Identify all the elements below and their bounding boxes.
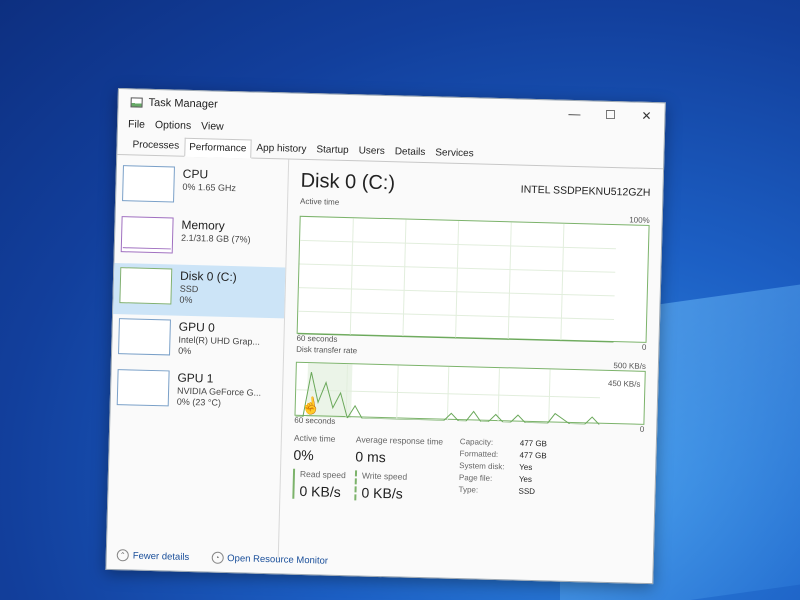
stat-read-speed-label: Read speed [299, 468, 346, 481]
sidebar-item-name: GPU 1 [177, 370, 214, 386]
tab-startup[interactable]: Startup [311, 140, 354, 160]
hand-cursor-icon: ☝ [299, 396, 322, 417]
close-button[interactable]: ✕ [628, 108, 664, 123]
gpu0-thumbnail-graph [118, 318, 171, 356]
sidebar-item-usage: 0% [178, 345, 192, 357]
fewer-details-label: Fewer details [132, 550, 190, 563]
stat-write-speed-label: Write speed [361, 470, 408, 482]
prop-value: Yes [518, 474, 533, 484]
sidebar-item-gpu0[interactable]: GPU 0 Intel(R) UHD Grap... 0% [112, 314, 284, 369]
stat-read-speed-value: 0 KB/s [299, 482, 341, 500]
prop-key: Page file: [458, 473, 493, 483]
sidebar-item-usage: 0% [179, 294, 193, 306]
menu-view[interactable]: View [201, 120, 224, 133]
active-time-graph [296, 215, 650, 343]
prop-key: Capacity: [459, 437, 494, 447]
sidebar-item-name: CPU [182, 166, 209, 182]
fewer-details-link[interactable]: ⌃ Fewer details [116, 549, 190, 563]
memory-thumbnail-graph [120, 216, 174, 254]
maximize-button[interactable]: ☐ [592, 107, 628, 122]
tab-performance[interactable]: Performance [183, 137, 252, 159]
sidebar-item-usage: 0% (23 °C) [176, 396, 222, 408]
window-title: Task Manager [148, 96, 218, 111]
stat-active-time-label: Active time [293, 432, 336, 444]
stat-write-speed-value: 0 KB/s [361, 484, 403, 502]
prop-key: System disk: [459, 461, 505, 472]
tab-app-history[interactable]: App history [251, 139, 312, 160]
active-time-graph-label: Active time [299, 196, 340, 207]
sidebar-item-name: Disk 0 (C:) [179, 268, 237, 285]
chevron-up-icon: ⌃ [116, 549, 129, 562]
transfer-rate-plot [295, 363, 601, 425]
prop-key: Formatted: [459, 449, 499, 460]
resource-sidebar: CPU 0% 1.65 GHz Memory 2.1/31.8 GB (7%) … [106, 155, 290, 560]
disk-title: Disk 0 (C:) [300, 169, 396, 195]
menu-options[interactable]: Options [155, 119, 191, 132]
sidebar-item-detail: SSD [179, 283, 199, 295]
gpu1-thumbnail-graph [116, 369, 170, 407]
performance-content: CPU 0% 1.65 GHz Memory 2.1/31.8 GB (7%) … [106, 155, 663, 570]
window-controls: — ☐ ✕ [556, 106, 664, 123]
sidebar-item-cpu[interactable]: CPU 0% 1.65 GHz [116, 161, 288, 216]
resource-monitor-icon: ◔ [211, 551, 224, 564]
task-manager-window: Task Manager — ☐ ✕ File Options View Pro… [105, 88, 666, 585]
minimize-button[interactable]: — [556, 106, 592, 121]
transfer-graph-min: 0 [639, 424, 645, 434]
sidebar-item-name: GPU 0 [178, 319, 215, 335]
disk-detail-panel: Disk 0 (C:) INTEL SSDPEKNU512GZH Active … [279, 160, 663, 570]
prop-value: 477 GB [519, 450, 547, 461]
sidebar-item-disk0[interactable]: Disk 0 (C:) SSD 0% [113, 262, 286, 319]
open-resource-monitor-label: Open Resource Monitor [227, 552, 329, 567]
disk-stats: Active time 0% Read speed 0 KB/s Average… [292, 433, 644, 508]
disk-properties: Capacity: 477 GB Formatted: 477 GB System … [458, 437, 547, 505]
stat-avg-response-value: 0 ms [355, 448, 386, 466]
tab-processes[interactable]: Processes [127, 135, 184, 155]
sidebar-item-detail: Intel(R) UHD Grap... [178, 334, 261, 347]
disk-thumbnail-graph [119, 267, 173, 305]
prop-value: 477 GB [519, 438, 548, 449]
stat-avg-response-label: Average response time [355, 434, 444, 447]
sidebar-item-name: Memory [181, 217, 225, 233]
transfer-graph-mid: 450 KB/s [607, 378, 641, 389]
stat-active-time-value: 0% [293, 446, 314, 464]
task-manager-icon [130, 97, 143, 108]
open-resource-monitor-link[interactable]: ◔ Open Resource Monitor [211, 551, 329, 567]
prop-key: Type: [458, 485, 479, 495]
tab-services[interactable]: Services [430, 143, 479, 163]
tab-users[interactable]: Users [353, 141, 390, 161]
prop-value: Yes [519, 462, 533, 472]
sidebar-item-detail: 2.1/31.8 GB (7%) [180, 232, 251, 245]
menu-file[interactable]: File [128, 118, 145, 130]
disk-model: INTEL SSDPEKNU512GZH [520, 183, 651, 199]
active-time-grid [297, 218, 616, 343]
cpu-thumbnail-graph [122, 165, 175, 203]
prop-value: SSD [518, 486, 536, 497]
transfer-rate-graph: 450 KB/s [294, 361, 646, 425]
sidebar-item-gpu1[interactable]: GPU 1 NVIDIA GeForce G... 0% (23 °C) [110, 365, 282, 420]
active-time-graph-min: 0 [641, 342, 647, 352]
transfer-graph-label: Disk transfer rate [296, 344, 358, 356]
sidebar-item-detail: 0% 1.65 GHz [182, 181, 237, 194]
tab-details[interactable]: Details [390, 142, 431, 162]
sidebar-item-memory[interactable]: Memory 2.1/31.8 GB (7%) [114, 212, 286, 267]
